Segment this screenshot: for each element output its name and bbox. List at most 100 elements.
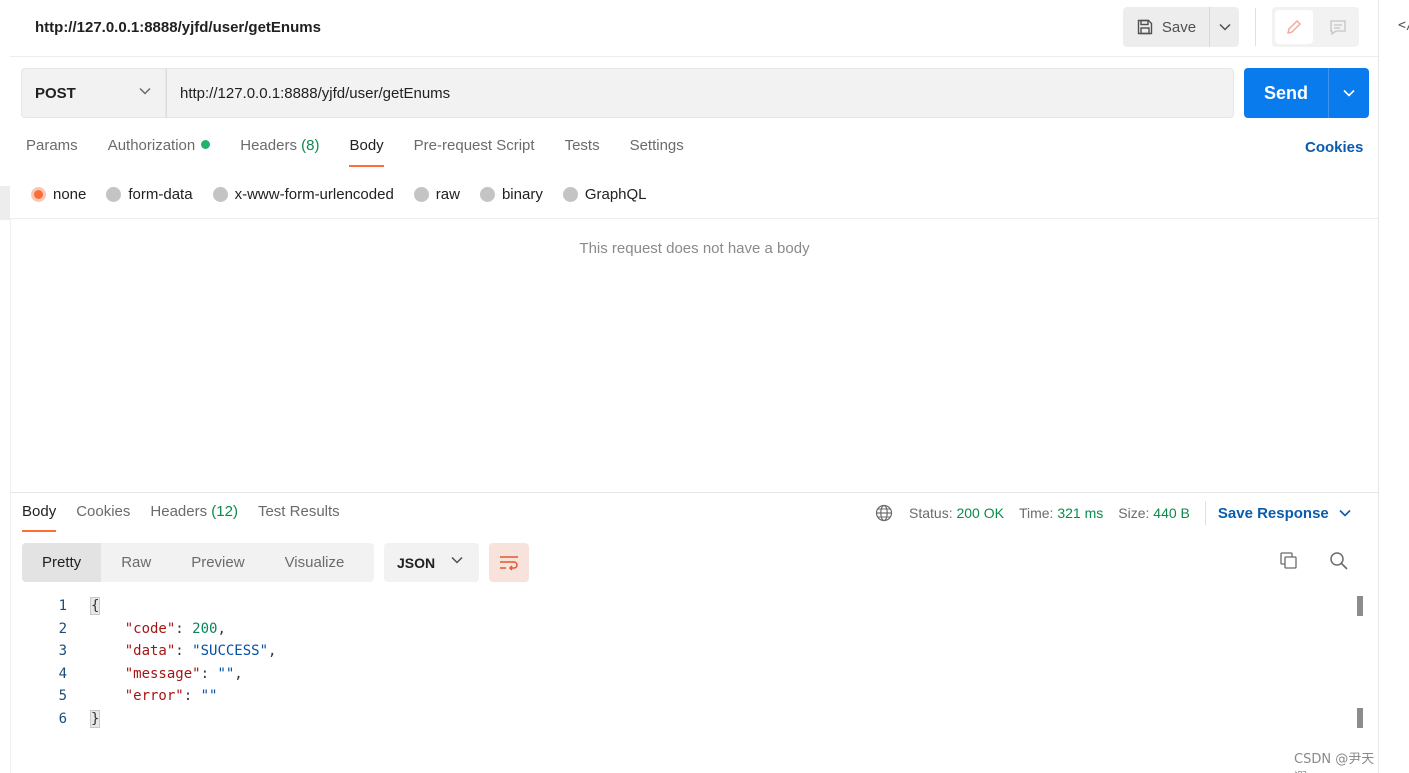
method-select[interactable]: POST [21,68,166,118]
tab-label: Pre-request Script [413,137,535,154]
sidebar-resize-handle[interactable] [0,186,10,220]
format-select[interactable]: JSON [384,543,479,582]
request-title-bar: http://127.0.0.1:8888/yjfd/user/getEnums… [10,0,1378,57]
tab-label: Headers [150,503,208,520]
status-value: 200 OK [956,505,1004,521]
tab-label: Headers [240,137,297,154]
scrollbar-marker-top[interactable] [1357,596,1363,616]
radio-button[interactable] [212,186,228,202]
headers-count: (8) [301,137,320,154]
radio-button[interactable] [479,186,495,202]
body-type-graphql[interactable]: GraphQL [562,186,647,203]
right-sidebar: </ [1378,0,1409,773]
tab-label: Authorization [107,137,196,154]
send-button[interactable]: Send [1244,68,1328,118]
tab-label: Params [26,137,78,154]
response-panel: Body Cookies Headers (12) Test Results S… [10,492,1378,773]
chevron-down-icon [139,87,151,95]
edit-mode-button[interactable] [1275,10,1313,44]
chevron-down-icon [451,556,463,564]
code-brace: { [89,597,101,615]
code-line: 2 "code": 200, [11,618,1379,641]
scrollbar-marker-bottom[interactable] [1357,708,1363,728]
response-tab-body[interactable]: Body [22,503,57,532]
request-body-area: This request does not have a body [10,218,1378,492]
url-input[interactable] [166,68,1234,118]
save-response-button[interactable]: Save Response [1218,505,1351,522]
title-divider [1255,8,1256,46]
body-type-binary[interactable]: binary [479,185,543,203]
json-key: "data" [124,643,176,659]
response-tab-cookies[interactable]: Cookies [76,503,130,532]
body-type-urlencoded[interactable]: x-www-form-urlencoded [212,186,394,203]
comment-icon [1329,20,1346,35]
response-tab-test-results[interactable]: Test Results [258,503,340,532]
tab-authorization[interactable]: Authorization [108,137,211,167]
cookies-link[interactable]: Cookies [1305,139,1363,156]
view-mode-visualize[interactable]: Visualize [265,543,365,582]
tab-label: Body [22,503,57,520]
view-mode-raw[interactable]: Raw [101,543,171,582]
response-tabs: Body Cookies Headers (12) Test Results [22,503,360,533]
meta-divider [1204,501,1206,525]
save-icon [1137,19,1153,35]
send-group: Send [1244,68,1369,118]
code-snippet-icon[interactable]: </ [1398,18,1409,33]
view-mode-selector: Pretty Raw Preview Visualize [22,543,374,582]
body-type-options: none form-data x-www-form-urlencoded raw… [31,184,667,204]
copy-button[interactable] [1279,551,1301,573]
format-value: JSON [397,554,436,571]
save-button-label: Save [1161,18,1197,36]
time-value: 321 ms [1057,505,1104,521]
status-readout[interactable]: Status: 200 OK [909,505,1004,521]
pencil-icon [1287,20,1301,34]
json-key: "error" [124,688,184,704]
radio-button[interactable] [562,186,578,202]
code-line: 4 "message": "", [11,663,1379,686]
line-number: 2 [58,620,67,637]
json-punct: , [217,620,226,637]
save-group: Save [1123,7,1239,47]
tab-label: Tests [564,137,600,154]
send-options-button[interactable] [1328,68,1369,118]
search-button[interactable] [1329,551,1351,573]
wrap-lines-button[interactable] [489,543,529,582]
save-options-button[interactable] [1209,7,1239,47]
tab-tests[interactable]: Tests [565,137,600,167]
request-title[interactable]: http://127.0.0.1:8888/yjfd/user/getEnums [35,19,321,36]
body-type-none[interactable]: none [31,186,86,203]
response-tab-headers[interactable]: Headers (12) [150,503,238,532]
chevron-down-icon [1339,509,1351,517]
radio-button[interactable] [31,186,46,202]
body-type-raw[interactable]: raw [413,185,460,203]
search-icon [1330,552,1348,570]
request-tabs: Params Authorization Headers (8) Body Pr… [26,137,714,169]
response-code-viewer[interactable]: 1 { 2 "code": 200, 3 "data": "SUCCESS", … [11,595,1379,730]
radio-button[interactable] [413,186,429,202]
view-mode-pretty[interactable]: Pretty [22,543,102,582]
json-key: "code" [124,620,176,637]
radio-label: form-data [128,185,193,203]
time-readout[interactable]: Time: 321 ms [1019,505,1103,521]
tab-pre-request-script[interactable]: Pre-request Script [414,137,535,167]
comment-mode-button[interactable] [1316,7,1359,47]
tab-settings[interactable]: Settings [630,137,684,167]
body-type-form-data[interactable]: form-data [106,185,193,203]
radio-label: raw [435,185,460,203]
globe-icon[interactable] [875,504,893,522]
view-mode-preview[interactable]: Preview [171,543,264,582]
line-number: 5 [58,688,67,704]
code-brace: } [89,709,101,728]
tab-params[interactable]: Params [26,137,78,167]
save-button[interactable]: Save [1123,7,1209,47]
tab-headers[interactable]: Headers (8) [240,137,319,167]
response-meta: Status: 200 OK Time: 321 ms Size: 440 B … [875,501,1351,525]
json-value: "" [217,665,235,682]
radio-button[interactable] [106,186,122,202]
auth-status-dot [201,140,211,149]
method-value: POST [35,84,76,102]
tab-body[interactable]: Body [349,137,384,167]
tab-label: Cookies [76,503,131,520]
size-readout[interactable]: Size: 440 B [1118,505,1190,521]
radio-label: binary [501,185,543,203]
